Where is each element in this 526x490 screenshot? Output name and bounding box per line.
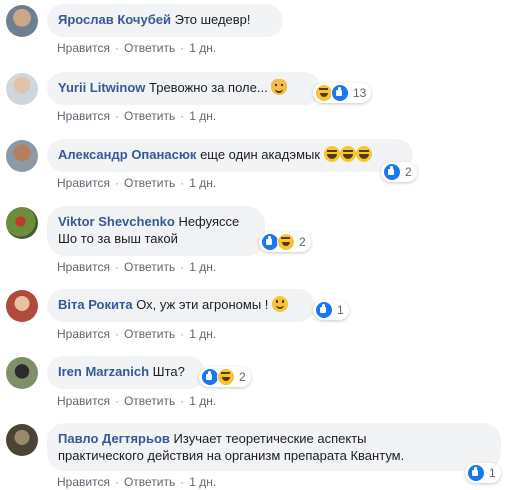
haha-icon (277, 233, 295, 251)
timestamp-link[interactable]: 1 дн. (189, 41, 216, 55)
haha-icon (217, 368, 235, 386)
comment-bubble: Павло Дегтярьов Изучает теоретические ас… (47, 423, 501, 471)
comment-bubble: Віта Рокита Ох, уж эти агрономы ! (47, 289, 315, 322)
comment-bubble: Александр Опанасюк еще один акадэмык (47, 139, 413, 172)
avatar[interactable] (6, 290, 38, 322)
reactions-summary[interactable]: 2 (259, 232, 311, 252)
comment-text: Тревожно за поле... (149, 80, 268, 95)
comment-bubble: Yurii Litwinow Тревожно за поле... (47, 72, 321, 105)
comment-text: еще один акадэмык (200, 147, 321, 162)
comment-actions: Нравится · Ответить · 1 дн. (57, 108, 216, 124)
separator: · (114, 109, 119, 123)
avatar[interactable] (6, 207, 38, 239)
comment-actions: Нравится · Ответить · 1 дн. (57, 474, 216, 490)
reply-link[interactable]: Ответить (124, 41, 175, 55)
reply-link[interactable]: Ответить (124, 176, 175, 190)
separator: · (114, 176, 119, 190)
comment-author[interactable]: Ярослав Кочубей (58, 12, 171, 27)
comment-text: Изучает теоретические аспекты (173, 431, 367, 446)
smiling-cat-icon (271, 79, 288, 95)
separator: · (180, 260, 185, 274)
timestamp-link[interactable]: 1 дн. (189, 327, 216, 341)
separator: · (180, 475, 185, 489)
avatar[interactable] (6, 5, 38, 37)
separator: · (114, 41, 119, 55)
separator: · (180, 394, 185, 408)
comment-actions: Нравится · Ответить · 1 дн. (57, 393, 216, 409)
reactions-summary[interactable]: 2 (199, 367, 251, 387)
like-link[interactable]: Нравится (57, 327, 110, 341)
separator: · (114, 327, 119, 341)
comment-text: Шо то за выш такой (58, 231, 178, 246)
laughing-emoji-icon (339, 146, 356, 162)
laughing-emoji-icon (355, 146, 372, 162)
comment-author[interactable]: Viktor Shevchenko (58, 214, 175, 229)
reactions-summary[interactable]: 1 (313, 300, 349, 320)
like-link[interactable]: Нравится (57, 475, 110, 489)
like-icon (467, 464, 485, 482)
reply-link[interactable]: Ответить (124, 394, 175, 408)
timestamp-link[interactable]: 1 дн. (189, 109, 216, 123)
laughing-emoji-icon (323, 146, 340, 162)
timestamp-link[interactable]: 1 дн. (189, 394, 216, 408)
comment-actions: Нравится · Ответить · 1 дн. (57, 326, 216, 342)
separator: · (180, 327, 185, 341)
comment-actions: Нравится · Ответить · 1 дн. (57, 259, 216, 275)
reaction-count: 1 (489, 466, 496, 480)
timestamp-link[interactable]: 1 дн. (189, 475, 216, 489)
separator: · (114, 394, 119, 408)
comment-bubble: Iren Marzanich Шта? (47, 356, 205, 389)
separator: · (114, 475, 119, 489)
comment-text: Шта? (152, 364, 185, 379)
comment-text: Это шедевр! (174, 12, 251, 27)
comment-author[interactable]: Yurii Litwinow (58, 80, 145, 95)
reply-link[interactable]: Ответить (124, 260, 175, 274)
comment-actions: Нравится · Ответить · 1 дн. (57, 40, 216, 56)
separator: · (180, 109, 185, 123)
like-link[interactable]: Нравится (57, 260, 110, 274)
comment-text: Ох, уж эти агрономы ! (136, 297, 269, 312)
separator: · (114, 260, 119, 274)
smiling-emoji-icon (272, 296, 289, 312)
reaction-count: 2 (239, 370, 246, 384)
comment-author[interactable]: Iren Marzanich (58, 364, 149, 379)
separator: · (180, 41, 185, 55)
comment-author[interactable]: Віта Рокита (58, 297, 133, 312)
comment-text: Нефуяссе (178, 214, 240, 229)
reactions-summary[interactable]: 13 (313, 83, 372, 103)
timestamp-link[interactable]: 1 дн. (189, 260, 216, 274)
reply-link[interactable]: Ответить (124, 475, 175, 489)
like-link[interactable]: Нравится (57, 109, 110, 123)
comment-bubble: Viktor Shevchenko Нефуяссе Шо то за выш … (47, 206, 265, 256)
avatar[interactable] (6, 140, 38, 172)
reactions-summary[interactable]: 2 (381, 162, 417, 182)
avatar[interactable] (6, 424, 38, 456)
comment-actions: Нравится · Ответить · 1 дн. (57, 175, 216, 191)
like-icon (383, 163, 401, 181)
comment-text: практического действия на организм препа… (58, 448, 405, 463)
like-link[interactable]: Нравится (57, 176, 110, 190)
avatar[interactable] (6, 73, 38, 105)
reply-link[interactable]: Ответить (124, 327, 175, 341)
like-icon (315, 301, 333, 319)
avatar[interactable] (6, 357, 38, 389)
comment-author[interactable]: Павло Дегтярьов (58, 431, 170, 446)
comment-bubble: Ярослав Кочубей Это шедевр! (47, 4, 283, 37)
like-link[interactable]: Нравится (57, 41, 110, 55)
reaction-count: 2 (405, 165, 412, 179)
separator: · (180, 176, 185, 190)
timestamp-link[interactable]: 1 дн. (189, 176, 216, 190)
like-link[interactable]: Нравится (57, 394, 110, 408)
comment-author[interactable]: Александр Опанасюк (58, 147, 196, 162)
reaction-count: 1 (337, 303, 344, 317)
reaction-count: 13 (353, 86, 367, 100)
reply-link[interactable]: Ответить (124, 109, 175, 123)
reaction-count: 2 (299, 235, 306, 249)
reactions-summary[interactable]: 1 (465, 463, 501, 483)
like-icon (331, 84, 349, 102)
